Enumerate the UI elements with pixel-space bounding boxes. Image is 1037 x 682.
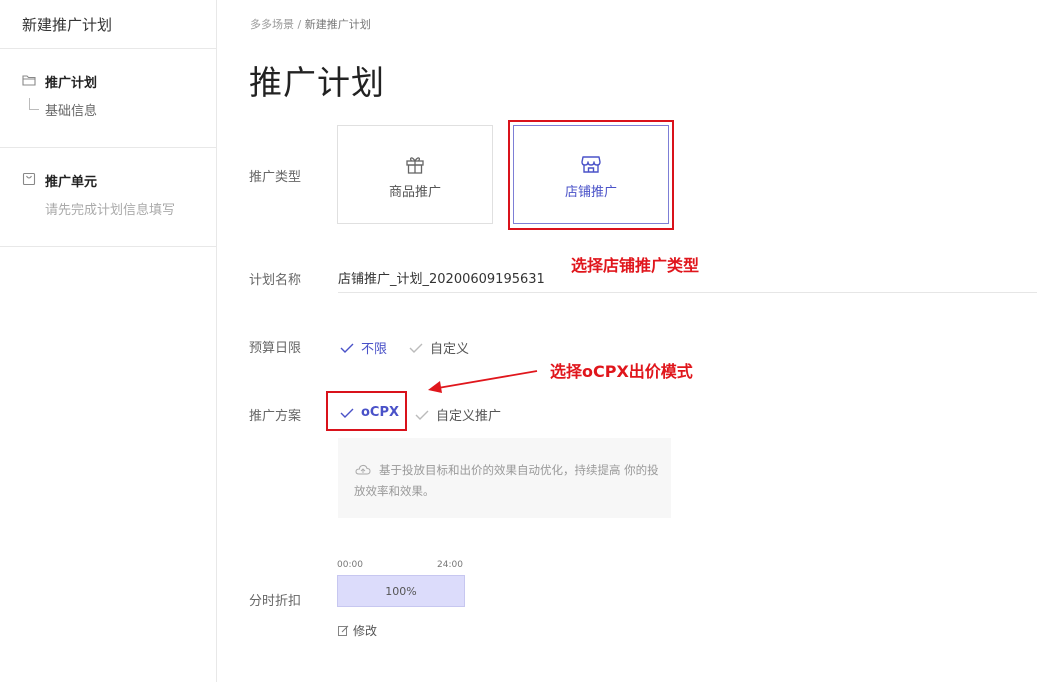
sidebar-item-unit[interactable]: 推广单元 (45, 171, 97, 190)
budget-option-custom[interactable]: 自定义 (408, 338, 469, 357)
scheme-option-custom[interactable]: 自定义推广 (414, 405, 501, 424)
sidebar-item-unit-hint: 请先完成计划信息填写 (45, 203, 176, 218)
sidebar-item-basic-info[interactable]: 基础信息 (45, 100, 97, 119)
type-option-product-label: 商品推广 (388, 185, 441, 200)
breadcrumb-separator: / (294, 18, 305, 31)
budget-option-unlimited[interactable]: 不限 (339, 338, 387, 357)
type-label: 推广类型 (249, 170, 302, 185)
breadcrumb: 多多场景 / 新建推广计划 (250, 16, 371, 32)
plan-name-underline (338, 292, 1037, 293)
annotation-ocpx: 选择oCPX出价模式 (550, 362, 693, 381)
edit-icon (338, 625, 349, 636)
highlight-box-store (508, 120, 674, 230)
highlight-box-ocpx (326, 391, 407, 431)
schedule-label: 分时折扣 (249, 594, 302, 609)
schedule-start-label: 00:00 (337, 560, 363, 570)
schedule-discount-bar[interactable]: 100% (337, 575, 465, 607)
type-option-product[interactable]: 商品推广 (337, 125, 493, 224)
check-icon (415, 410, 429, 420)
name-label: 计划名称 (249, 273, 302, 288)
schedule-end-label: 24:00 (437, 560, 463, 570)
budget-label: 预算日限 (249, 341, 302, 356)
scheme-option-custom-label: 自定义推广 (436, 409, 502, 424)
sidebar-divider (0, 147, 216, 148)
check-icon (409, 343, 423, 353)
breadcrumb-root[interactable]: 多多场景 (250, 18, 294, 31)
sidebar-item-plan[interactable]: 推广计划 (45, 72, 97, 91)
sidebar-title: 新建推广计划 (22, 16, 113, 34)
budget-option-custom-label: 自定义 (430, 342, 470, 357)
check-icon (340, 343, 354, 353)
sidebar: 新建推广计划 推广计划 基础信息 推广单元 请先完成计划信息填写 (0, 0, 217, 682)
schedule-edit-button[interactable]: 修改 (338, 622, 377, 639)
annotation-store-type: 选择店铺推广类型 (571, 256, 700, 275)
budget-option-unlimited-label: 不限 (361, 342, 388, 357)
scheme-description: 基于投放目标和出价的效果自动优化，持续提高 你的投放效率和效果。 (354, 463, 659, 498)
scheme-description-box: 基于投放目标和出价的效果自动优化，持续提高 你的投放效率和效果。 (338, 438, 671, 518)
schedule-edit-label: 修改 (353, 624, 378, 638)
folder-icon (22, 75, 36, 86)
page-title: 推广计划 (249, 63, 385, 102)
bag-icon (22, 172, 36, 186)
plan-name-input[interactable]: 店铺推广_计划_20200609195631 (338, 268, 545, 287)
gift-icon (406, 157, 424, 174)
sidebar-divider (0, 246, 216, 247)
breadcrumb-current: 新建推广计划 (304, 18, 371, 31)
sidebar-divider (0, 48, 216, 49)
scheme-label: 推广方案 (249, 409, 302, 424)
tree-connector (29, 98, 39, 110)
annotation-arrow (428, 370, 538, 393)
